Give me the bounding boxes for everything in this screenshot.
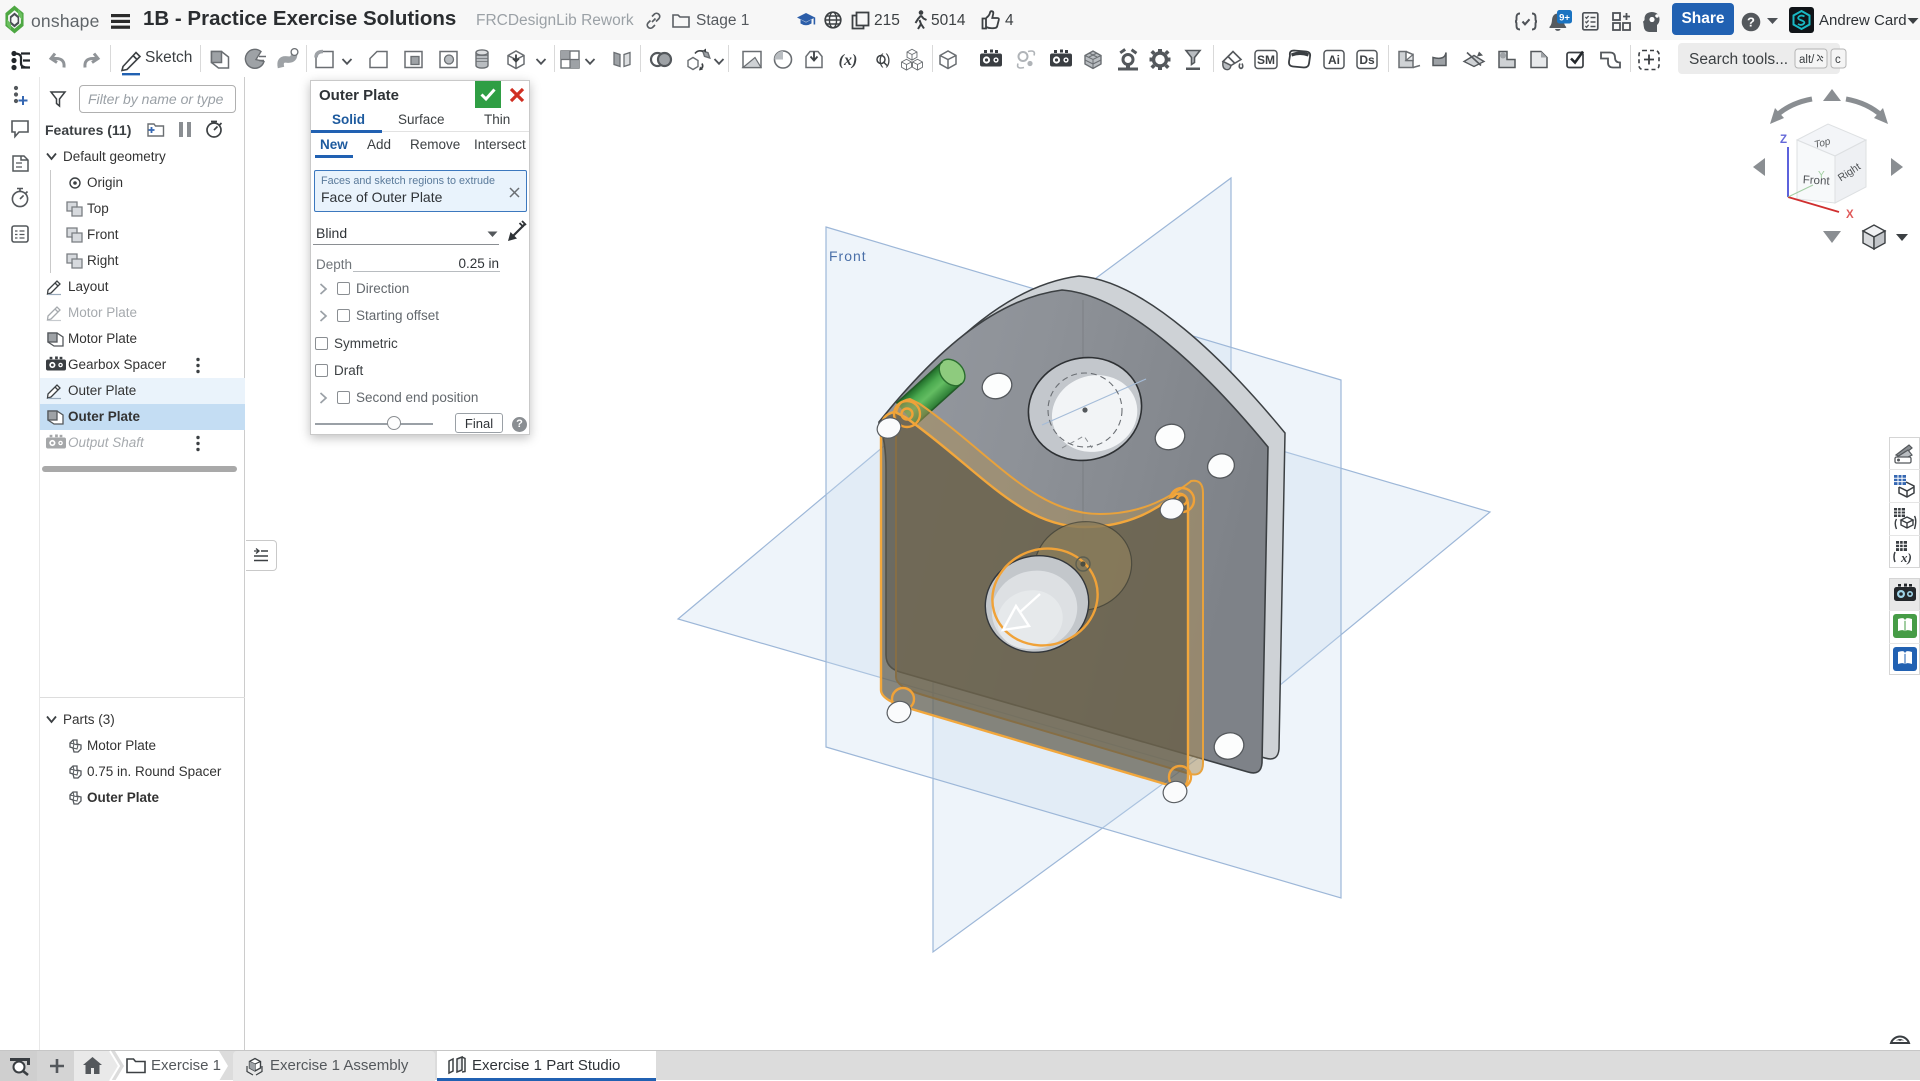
svg-text:SM: SM (1257, 53, 1275, 67)
svg-text:Search tools...: Search tools... (1689, 51, 1788, 68)
svg-text:Z: Z (1780, 134, 1787, 146)
svg-text:Ds: Ds (1359, 53, 1375, 67)
svg-text:alt/: alt/ (1799, 54, 1815, 66)
svg-text:Y: Y (1818, 170, 1825, 181)
svg-text:Ai: Ai (1328, 53, 1340, 67)
svg-text:Front: Front (829, 248, 867, 264)
svg-text:X: X (1846, 209, 1854, 221)
svg-text:c: c (1835, 54, 1841, 66)
svg-text:(x): (x) (839, 52, 858, 69)
svg-text:x): x) (1900, 550, 1912, 565)
svg-text:): ) (886, 53, 891, 69)
svg-text:Front: Front (1802, 174, 1830, 187)
svg-text:9+: 9+ (1559, 12, 1570, 23)
svg-text:?: ? (1747, 15, 1755, 30)
